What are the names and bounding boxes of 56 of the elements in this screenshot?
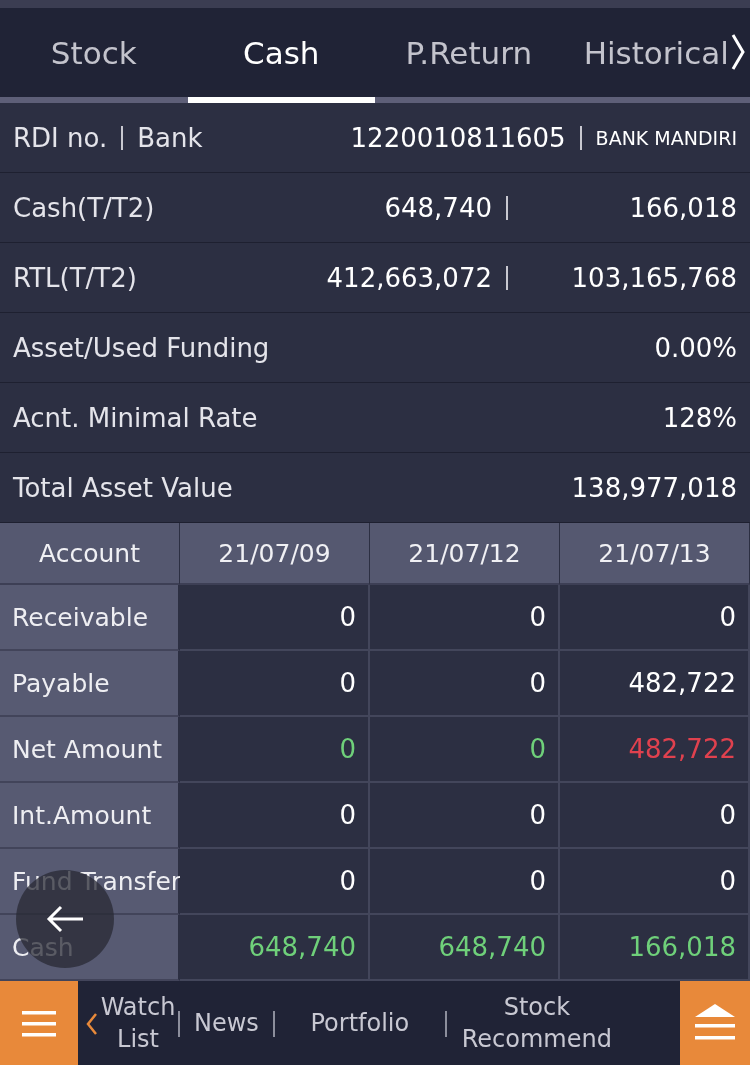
field-value: 648,740	[384, 192, 492, 223]
tab[interactable]: Stock	[0, 34, 188, 71]
account-number: 1220010811605	[350, 122, 566, 153]
table-cell: 0	[180, 849, 370, 915]
field-label: Bank	[137, 122, 203, 153]
field-value: 138,977,018	[571, 472, 737, 503]
tab[interactable]: Cash	[187, 34, 375, 71]
field-label: Cash(T/T2)	[13, 192, 155, 223]
bank-name: BANK MANDIRI	[595, 126, 737, 149]
table-cell: 0	[180, 651, 370, 717]
menu-icon	[22, 1008, 56, 1039]
field-label: RDI no.	[13, 122, 108, 153]
table-cell: 0	[180, 717, 370, 783]
nav-item[interactable]: News	[180, 1007, 273, 1040]
field-label: RTL(T/T2)	[13, 262, 137, 293]
chevron-right-icon[interactable]	[730, 32, 746, 72]
field-value: 0.00%	[654, 332, 737, 363]
table-cell: 482,722	[560, 717, 750, 783]
table-cell: 0	[180, 585, 370, 651]
table-cell: 166,018	[560, 915, 750, 981]
row-header: Payable	[0, 651, 180, 717]
field-value: 103,165,768	[570, 262, 737, 293]
table-cell: 0	[370, 849, 560, 915]
table-cell: 0	[180, 783, 370, 849]
field-label: Total Asset Value	[13, 472, 233, 503]
table-cell: 0	[560, 783, 750, 849]
column-header: 21/07/09	[180, 523, 370, 585]
field-label: Asset/Used Funding	[13, 332, 270, 363]
row-header: Receivable	[0, 585, 180, 651]
table-cell: 648,740	[370, 915, 560, 981]
column-header: Account	[0, 523, 180, 585]
scroll-top-button[interactable]	[680, 981, 750, 1065]
table-cell: 0	[560, 585, 750, 651]
nav-item[interactable]: Stock Recommend	[446, 992, 627, 1055]
tab[interactable]: P.Return	[375, 34, 563, 71]
nav-item[interactable]: Portfolio	[274, 1007, 445, 1040]
field-value: 166,018	[628, 192, 737, 223]
table-cell: 0	[370, 651, 560, 717]
nav-item[interactable]: Watch List	[98, 992, 178, 1055]
tab[interactable]: Historical	[562, 34, 750, 71]
row-header: Int.Amount	[0, 783, 180, 849]
field-label: Acnt. Minimal Rate	[13, 402, 258, 433]
field-value: 128%	[662, 402, 737, 433]
chevron-left-icon[interactable]	[86, 1011, 98, 1036]
back-arrow-icon	[45, 904, 85, 934]
table-cell: 0	[370, 585, 560, 651]
table-cell: 0	[370, 717, 560, 783]
menu-button[interactable]	[0, 981, 78, 1065]
table-cell: 482,722	[560, 651, 750, 717]
field-value: 412,663,072	[326, 262, 492, 293]
column-header: 21/07/13	[560, 523, 750, 585]
table-cell: 0	[560, 849, 750, 915]
row-header: Net Amount	[0, 717, 180, 783]
table-cell: 0	[370, 783, 560, 849]
column-header: 21/07/12	[370, 523, 560, 585]
table-cell: 648,740	[180, 915, 370, 981]
